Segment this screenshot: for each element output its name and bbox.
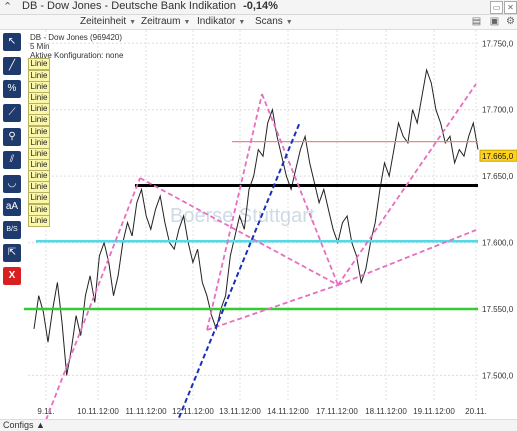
x-tick-label: 13.11.12:00 <box>219 407 261 416</box>
menu-zeiteinheit[interactable]: Zeiteinheit ▼ <box>80 16 136 27</box>
cursor-icon[interactable]: ↖ <box>3 33 21 51</box>
measure-icon[interactable]: ⇱ <box>3 244 21 262</box>
y-tick-label: 17.500,0 <box>482 371 514 380</box>
menu-label: Indikator <box>197 16 236 27</box>
x-tick-label: 19.11.12:00 <box>413 407 455 416</box>
trendline-pink <box>261 93 339 286</box>
window-title: DB - Dow Jones - Deutsche Bank Indikatio… <box>22 0 278 12</box>
menu-scans[interactable]: Scans ▼ <box>255 16 293 27</box>
drawing-toolbar: ↖ ╱% ⟋ ⚲ ⫽ ◡ aA B/S ⇱ X <box>0 30 24 430</box>
line-label[interactable]: Linie <box>28 58 50 70</box>
caret-down-icon: ▼ <box>285 19 293 26</box>
channel-icon[interactable]: ⫽ <box>3 151 21 169</box>
menu-zeitraum[interactable]: Zeitraum ▼ <box>141 16 190 27</box>
trendline-icon[interactable]: ╱ <box>3 57 21 75</box>
instrument-name: DB - Dow Jones (969420) <box>30 33 123 42</box>
menu-indikator[interactable]: Indikator ▼ <box>197 16 245 27</box>
chart-info: DB - Dow Jones (969420) 5 Min Aktive Kon… <box>30 33 123 60</box>
footer-bar: Configs ▲ <box>0 419 517 431</box>
x-tick-label: 20.11. <box>465 407 487 416</box>
configs-label: Configs <box>3 420 34 430</box>
x-tick-label: 11.11.12:00 <box>125 407 167 416</box>
y-tick-label: 17.750,0 <box>482 39 514 48</box>
configs-menu[interactable]: Configs ▲ <box>3 420 45 430</box>
x-tick-label: 9.11. <box>37 407 54 416</box>
buy-sell-icon[interactable]: B/S <box>3 221 21 239</box>
trendline-pink <box>206 284 339 331</box>
arc-icon[interactable]: ◡ <box>3 175 21 193</box>
y-tick-label: 17.600,0 <box>482 239 514 248</box>
chart-menubar: Zeiteinheit ▼ Zeitraum ▼ Indikator ▼ Scans ▼… <box>0 15 517 30</box>
trendline-pink <box>45 177 141 420</box>
menu-label: Zeiteinheit <box>80 16 127 27</box>
caret-up-icon: ▲ <box>36 420 45 430</box>
caret-down-icon: ▼ <box>129 19 137 26</box>
y-tick-label: 17.700,0 <box>482 106 514 115</box>
text-icon[interactable]: aA <box>3 198 21 216</box>
line-label[interactable]: Linie <box>28 114 50 126</box>
menu-label: Zeitraum <box>141 16 181 27</box>
close-window-icon[interactable]: ✕ <box>504 1 517 14</box>
y-tick-label: 17.550,0 <box>482 305 514 314</box>
zoom-icon[interactable]: ⚲ <box>3 128 21 146</box>
x-tick-label: 18.11.12:00 <box>365 407 407 416</box>
restore-window-icon[interactable]: ▭ <box>490 1 503 14</box>
save-icon[interactable]: ▣ <box>488 16 501 27</box>
caret-down-icon: ▼ <box>183 19 191 26</box>
settings-icon[interactable]: ⚙ <box>504 16 517 27</box>
line-label[interactable]: Linie <box>28 192 50 204</box>
caret-down-icon: ▼ <box>238 19 246 26</box>
price-chart[interactable]: 17.750,0 17.700,0 17.650,0 17.600,0 17.550,0… <box>0 30 517 420</box>
timeframe: 5 Min <box>30 42 50 51</box>
current-price-label: 17.665,0 <box>482 152 514 161</box>
window-title-text: DB - Dow Jones - Deutsche Bank Indikatio… <box>22 0 236 12</box>
line-label[interactable]: Linie <box>28 215 50 227</box>
percent-icon[interactable]: % <box>3 80 21 98</box>
trendline-pink <box>337 229 477 286</box>
chevron-up-down-icon[interactable]: ⌃ <box>3 0 12 13</box>
y-tick-label: 17.650,0 <box>482 172 514 181</box>
price-change: -0,14% <box>243 0 278 12</box>
x-tick-label: 10.11.12:00 <box>77 407 119 416</box>
x-tick-label: 17.11.12:00 <box>316 407 358 416</box>
x-tick-label: 14.11.12:00 <box>267 407 309 416</box>
window-titlebar: ⌃ DB - Dow Jones - Deutsche Bank Indikat… <box>0 0 517 15</box>
ray-icon[interactable]: ⟋ <box>3 104 21 122</box>
print-icon[interactable]: ▤ <box>470 16 483 27</box>
delete-icon[interactable]: X <box>3 267 21 285</box>
x-tick-label: 12.11.12:00 <box>172 407 214 416</box>
menu-label: Scans <box>255 16 283 27</box>
